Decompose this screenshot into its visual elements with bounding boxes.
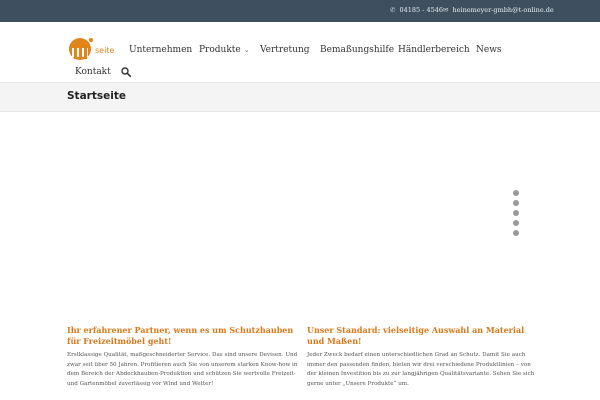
nav-label: Bemaßungshilfe: [320, 45, 395, 55]
slider-dot-2[interactable]: [513, 200, 519, 206]
mail-icon: ✉: [443, 6, 449, 14]
logo-text[interactable]: seite: [95, 46, 114, 55]
page-title: Startseite: [67, 90, 126, 102]
nav-label: Händlerbereich: [398, 45, 470, 55]
intro-heading-left: Ihr erfahrener Partner, wenn es um Schut…: [67, 325, 294, 346]
nav-news[interactable]: News: [476, 45, 502, 55]
nav-label: Vertretung: [260, 45, 310, 55]
nav-haendlerbereich[interactable]: Händlerbereich: [398, 45, 470, 55]
slider-dot-1[interactable]: [513, 190, 519, 196]
page-title-bar: Startseite: [0, 82, 600, 112]
nav-label: Produkte: [199, 45, 241, 55]
hero-slider: [0, 112, 600, 318]
nav-produkte[interactable]: Produkte ⌄: [199, 45, 250, 55]
phone-number: 04185 - 4546: [399, 6, 444, 14]
intro-text-right: Jeder Zweck bedarf einen unterschiedlich…: [307, 352, 535, 387]
phone-icon: ✆: [390, 6, 396, 14]
chevron-down-icon: ⌄: [243, 46, 250, 54]
intro-text-left: Erstklassige Qualität, maßgeschneiderter…: [67, 352, 298, 387]
top-contact-bar: ✆ 04185 - 4546 ✉ heinemeyer-gmbh@t-online.…: [0, 0, 600, 22]
nav-label: News: [476, 45, 502, 55]
site-header: seite Unternehmen Produkte ⌄ Vertretung B…: [0, 22, 600, 82]
nav-label: Unternehmen: [129, 45, 193, 55]
intro-column-left: Ihr erfahrener Partner, wenn es um Schut…: [67, 325, 299, 389]
nav-label: Kontakt: [75, 67, 111, 77]
nav-kontakt[interactable]: Kontakt: [75, 67, 111, 77]
nav-unternehmen[interactable]: Unternehmen: [129, 45, 192, 55]
intro-heading-right: Unser Standard: vielseitige Auswahl an M…: [307, 325, 525, 346]
nav-bemassungshilfe[interactable]: Bemaßungshilfe: [320, 45, 394, 55]
search-icon[interactable]: [121, 67, 131, 77]
contact-email[interactable]: ✉ heinemeyer-gmbh@t-online.de: [443, 6, 554, 14]
slider-dot-4[interactable]: [513, 220, 519, 226]
email-address: heinemeyer-gmbh@t-online.de: [452, 6, 554, 14]
intro-column-right: Unser Standard: vielseitige Auswahl an M…: [307, 325, 539, 389]
nav-vertretung[interactable]: Vertretung: [260, 45, 310, 55]
slider-dot-5[interactable]: [513, 230, 519, 236]
slider-dot-3[interactable]: [513, 210, 519, 216]
contact-phone[interactable]: ✆ 04185 - 4546: [390, 6, 443, 14]
